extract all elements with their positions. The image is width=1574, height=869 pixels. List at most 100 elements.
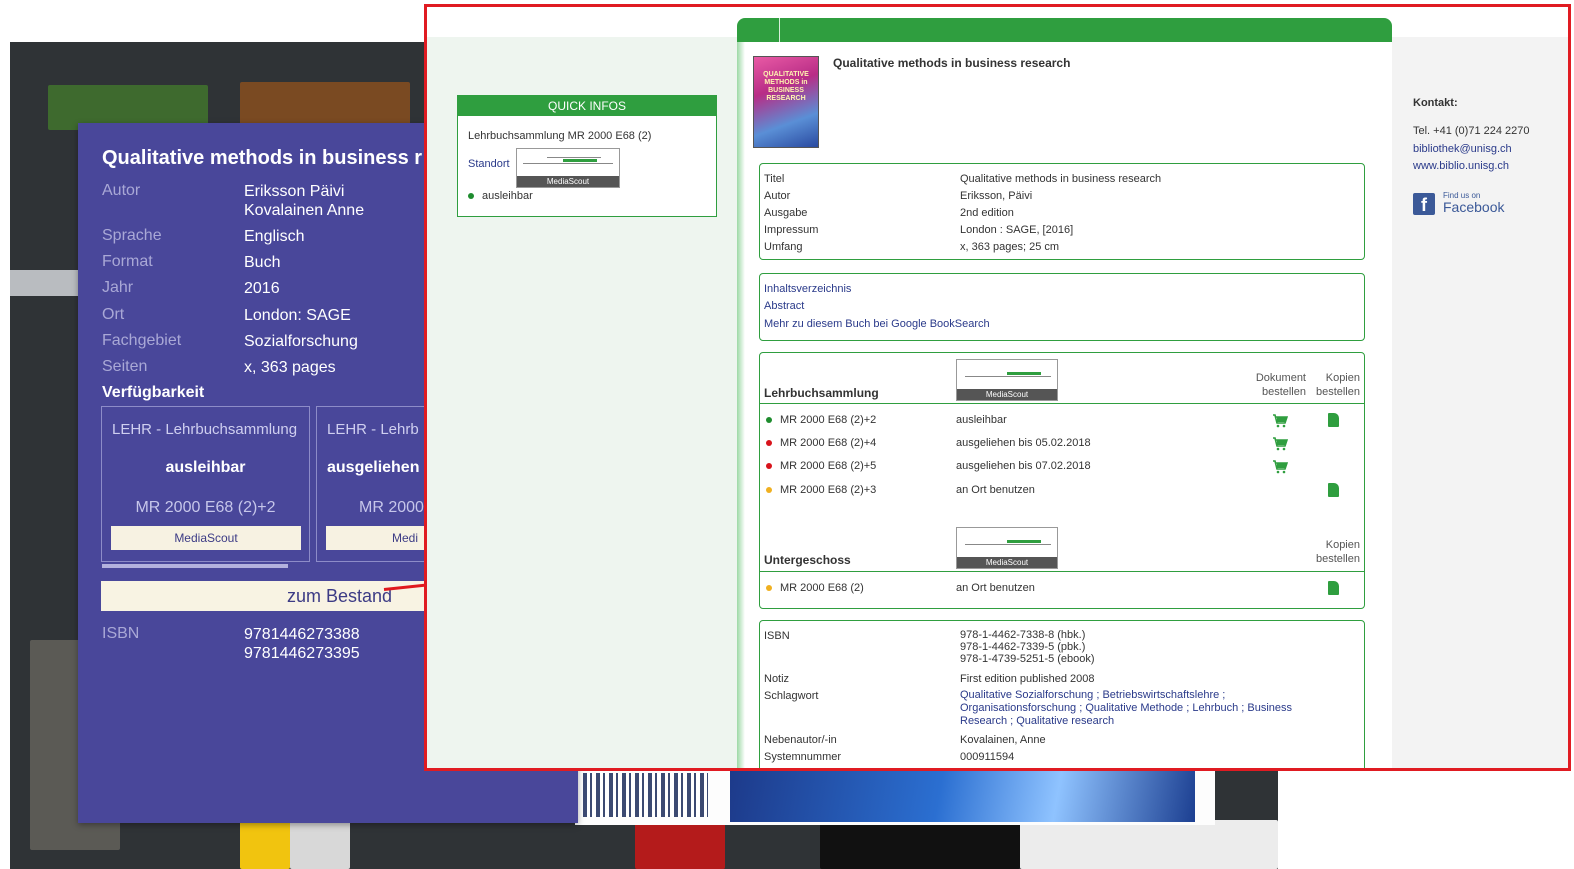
holding-row: MR 2000 E68 (2)+2 — [766, 413, 876, 427]
book-title: Qualitative methods in business research — [833, 56, 1071, 70]
detail-label: Autor — [764, 190, 791, 202]
cart-icon[interactable] — [1272, 437, 1288, 451]
status-dot — [766, 487, 772, 493]
standort-link[interactable]: Standort — [468, 158, 510, 170]
detail-label: Titel — [764, 173, 785, 185]
section-title: Untergeschoss — [764, 553, 851, 567]
availability-location: LEHR - Lehrb — [327, 421, 419, 438]
field-value: Englisch — [244, 228, 305, 245]
book-cover — [1020, 820, 1278, 869]
mediascout-label: MediaScout — [957, 389, 1057, 400]
meta-value: Kovalainen, Anne — [960, 734, 1046, 746]
card-title: Qualitative methods in business r — [102, 147, 423, 169]
document-icon[interactable] — [1328, 581, 1339, 595]
mediascout-floorplan[interactable]: MediaScout — [956, 527, 1058, 569]
document-icon[interactable] — [1328, 413, 1339, 427]
cart-icon[interactable] — [1272, 414, 1288, 428]
detail-value: 2nd edition — [960, 207, 1014, 219]
qr-code-image — [583, 773, 708, 817]
book-cover — [820, 820, 1020, 869]
kopien-bestellen-header: Kopien bestellen — [1315, 539, 1360, 565]
field-label: Sprache — [102, 227, 162, 244]
links-box: Inhaltsverzeichnis Abstract Mehr zu dies… — [759, 273, 1365, 341]
detail-label: Umfang — [764, 241, 803, 253]
inhaltsverzeichnis-link[interactable]: Inhaltsverzeichnis — [764, 282, 851, 296]
field-value: 2016 — [244, 280, 280, 297]
mediascout-button[interactable]: MediaScout — [111, 526, 301, 550]
availability-card: LEHR - Lehrbuchsammlung ausleihbar MR 20… — [101, 406, 310, 562]
availability-signature: MR 2000 E68 (2)+2 — [135, 499, 276, 516]
book-cover — [290, 820, 350, 869]
holding-row: MR 2000 E68 (2) — [766, 581, 864, 595]
book-cover — [240, 820, 290, 869]
available-dot — [468, 193, 474, 199]
meta-value: First edition published 2008 — [960, 673, 1095, 685]
availability-location: LEHR - Lehrbuchsammlung — [112, 421, 298, 438]
facebook-icon[interactable]: f — [1413, 193, 1435, 215]
book-cover-image[interactable]: QUALITATIVE METHODS in BUSINESS RESEARCH — [753, 56, 819, 148]
dokument-bestellen-header: Dokument bestellen — [1255, 372, 1306, 398]
detail-label: Impressum — [764, 224, 819, 236]
detail-label: Ausgabe — [764, 207, 808, 219]
facebook-link[interactable]: Facebook — [1443, 199, 1504, 215]
top-green-bar — [737, 18, 1392, 42]
field-value: 9781446273388 9781446273395 — [244, 626, 360, 662]
field-label: ISBN — [102, 625, 140, 642]
main-content: QUALITATIVE METHODS in BUSINESS RESEARCH… — [737, 18, 1392, 768]
document-icon[interactable] — [1328, 483, 1339, 497]
status-dot — [766, 440, 772, 446]
holdings-box: MediaScout Lehrbuchsammlung Dokument bes… — [759, 352, 1365, 609]
holding-row: MR 2000 E68 (2)+3 — [766, 483, 876, 497]
holding-status: ausleihbar — [956, 414, 1007, 426]
availability-status: ausleihbar — [165, 459, 246, 476]
green-edge-shadow — [737, 42, 745, 768]
details-box: Titel Qualitative methods in business re… — [759, 163, 1365, 260]
holding-status: an Ort benutzen — [956, 484, 1035, 496]
quick-infos-status: ausleihbar — [468, 190, 533, 202]
contact-email-link[interactable]: bibliothek@unisg.ch — [1413, 143, 1512, 155]
metadata-box: ISBN 978-1-4462-7338-8 (hbk.) 978-1-4462-… — [759, 620, 1365, 768]
field-value: x, 363 pages — [244, 359, 336, 376]
quick-infos-signature: Lehrbuchsammlung MR 2000 E68 (2) — [468, 130, 652, 142]
book-cover — [635, 820, 725, 869]
contact-phone: Tel. +41 (0)71 224 2270 — [1413, 125, 1530, 137]
divider — [760, 403, 1364, 404]
mediascout-label: MediaScout — [517, 176, 619, 187]
holding-status: ausgeliehen bis 07.02.2018 — [956, 460, 1091, 472]
field-label: Jahr — [102, 279, 134, 296]
status-dot — [766, 417, 772, 423]
field-label: Fachgebiet — [102, 332, 182, 349]
availability-heading: Verfügbarkeit — [102, 384, 205, 401]
field-value: Sozialforschung — [244, 333, 358, 350]
horizontal-scrollbar[interactable] — [102, 564, 288, 568]
mediascout-label: MediaScout — [957, 557, 1057, 568]
status-dot — [766, 585, 772, 591]
holding-row: MR 2000 E68 (2)+4 — [766, 436, 876, 450]
meta-label: Nebenautor/-in — [764, 734, 837, 746]
field-label: Seiten — [102, 358, 148, 375]
holding-status: ausgeliehen bis 05.02.2018 — [956, 437, 1091, 449]
section-title: Lehrbuchsammlung — [764, 386, 879, 400]
web-catalog-page: QUICK INFOS Lehrbuchsammlung MR 2000 E68… — [424, 4, 1571, 771]
mediascout-floorplan[interactable]: MediaScout — [516, 148, 620, 188]
meta-value: 000911594 — [960, 751, 1015, 763]
mediascout-floorplan[interactable]: MediaScout — [956, 359, 1058, 401]
meta-label: Systemnummer — [764, 751, 842, 763]
detail-value: London : SAGE, [2016] — [960, 224, 1074, 236]
cover-text: QUALITATIVE METHODS in BUSINESS RESEARCH — [763, 71, 809, 102]
meta-label: ISBN — [764, 630, 790, 642]
contact-web-link[interactable]: www.biblio.unisg.ch — [1413, 160, 1509, 172]
kopien-bestellen-header: Kopien bestellen — [1315, 372, 1360, 398]
meta-value: Qualitative Sozialforschung ; Betriebswi… — [960, 689, 1293, 727]
meta-label: Notiz — [764, 673, 790, 685]
abstract-link[interactable]: Abstract — [764, 299, 804, 313]
detail-value: Eriksson, Päivi — [960, 190, 1033, 202]
holding-status: an Ort benutzen — [956, 582, 1035, 594]
meta-label: Schlagwort — [764, 690, 819, 702]
cart-icon[interactable] — [1272, 460, 1288, 474]
google-booksearch-link[interactable]: Mehr zu diesem Buch bei Google BookSearc… — [764, 317, 990, 331]
detail-value: x, 363 pages; 25 cm — [960, 241, 1060, 253]
field-value: London: SAGE — [244, 307, 351, 324]
field-value: Buch — [244, 254, 281, 271]
holding-row: MR 2000 E68 (2)+5 — [766, 459, 876, 473]
